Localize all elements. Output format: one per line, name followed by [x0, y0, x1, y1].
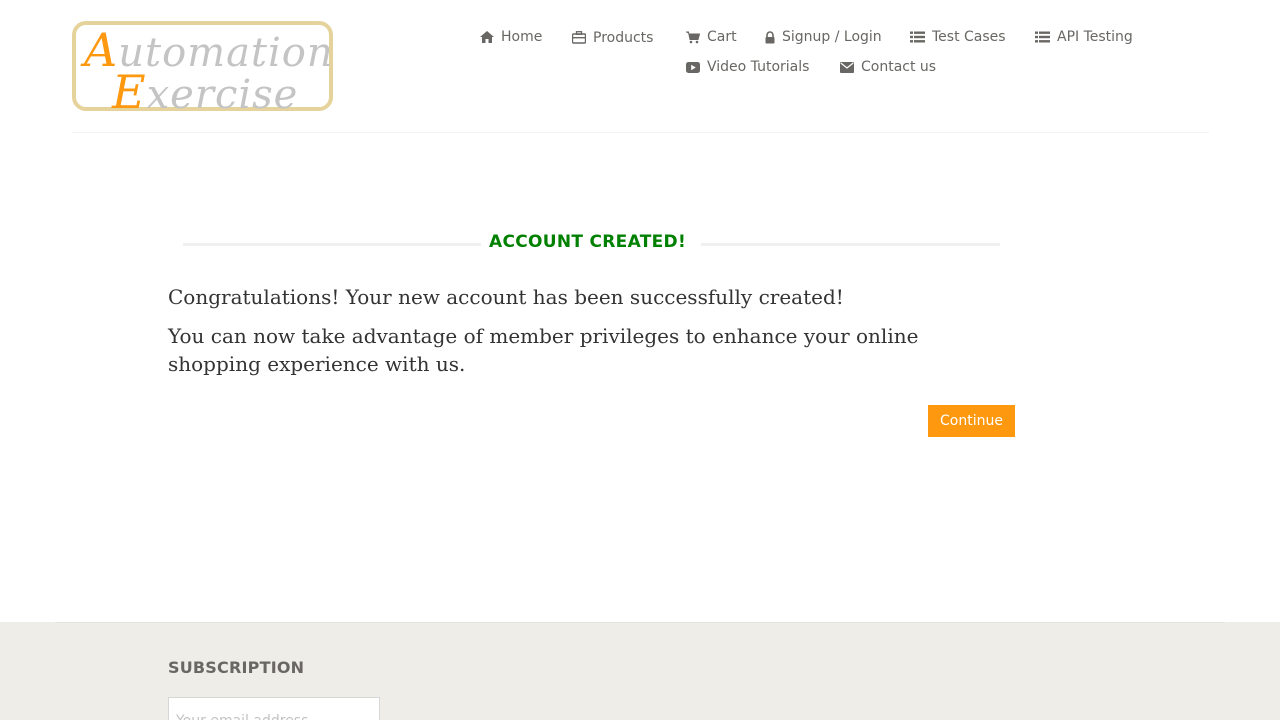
list-icon: [1035, 31, 1050, 43]
nav-test-cases-label: Test Cases: [932, 29, 1006, 45]
logo-line-2: Exercise: [112, 65, 299, 119]
nav-home-label: Home: [501, 29, 543, 45]
briefcase-icon: [572, 30, 586, 44]
privileges-message: You can now take advantage of member pri…: [168, 324, 919, 376]
header-divider: [72, 132, 1209, 133]
nav-video-tutorials[interactable]: Video Tutorials: [686, 59, 809, 75]
play-icon: [686, 61, 700, 73]
nav-products-label: Products: [593, 30, 654, 46]
nav-products[interactable]: Products: [572, 29, 654, 46]
title-rule-right: [701, 243, 1000, 246]
footer: SUBSCRIPTION: [0, 622, 1280, 720]
footer-divider: [55, 622, 1225, 623]
nav-contact-us-label: Contact us: [861, 59, 937, 75]
title-rule-left: [183, 243, 481, 246]
cart-icon: [686, 31, 700, 43]
envelope-icon: [840, 61, 854, 73]
continue-button[interactable]: Continue: [928, 405, 1015, 437]
list-icon: [910, 31, 925, 43]
home-icon: [480, 31, 494, 43]
nav-test-cases[interactable]: Test Cases: [910, 29, 1006, 45]
success-message: Congratulations! Your new account has be…: [168, 285, 844, 309]
lock-icon: [765, 30, 775, 43]
nav-contact-us[interactable]: Contact us: [840, 59, 936, 75]
site-logo[interactable]: Automation Exercise: [72, 21, 333, 119]
nav-api-testing-label: API Testing: [1057, 29, 1133, 45]
nav-cart[interactable]: Cart: [686, 29, 737, 45]
nav-signup-login[interactable]: Signup / Login: [765, 29, 882, 45]
page-title: ACCOUNT CREATED!: [489, 232, 686, 252]
nav-api-testing[interactable]: API Testing: [1035, 29, 1133, 45]
subscribe-email-input[interactable]: [168, 697, 380, 720]
nav-home[interactable]: Home: [480, 29, 542, 45]
nav-signup-login-label: Signup / Login: [782, 29, 882, 45]
nav-cart-label: Cart: [707, 29, 737, 45]
nav-video-tutorials-label: Video Tutorials: [707, 59, 810, 75]
page-title-wrap: ACCOUNT CREATED!: [183, 232, 1000, 254]
subscription-title: SUBSCRIPTION: [168, 658, 305, 677]
